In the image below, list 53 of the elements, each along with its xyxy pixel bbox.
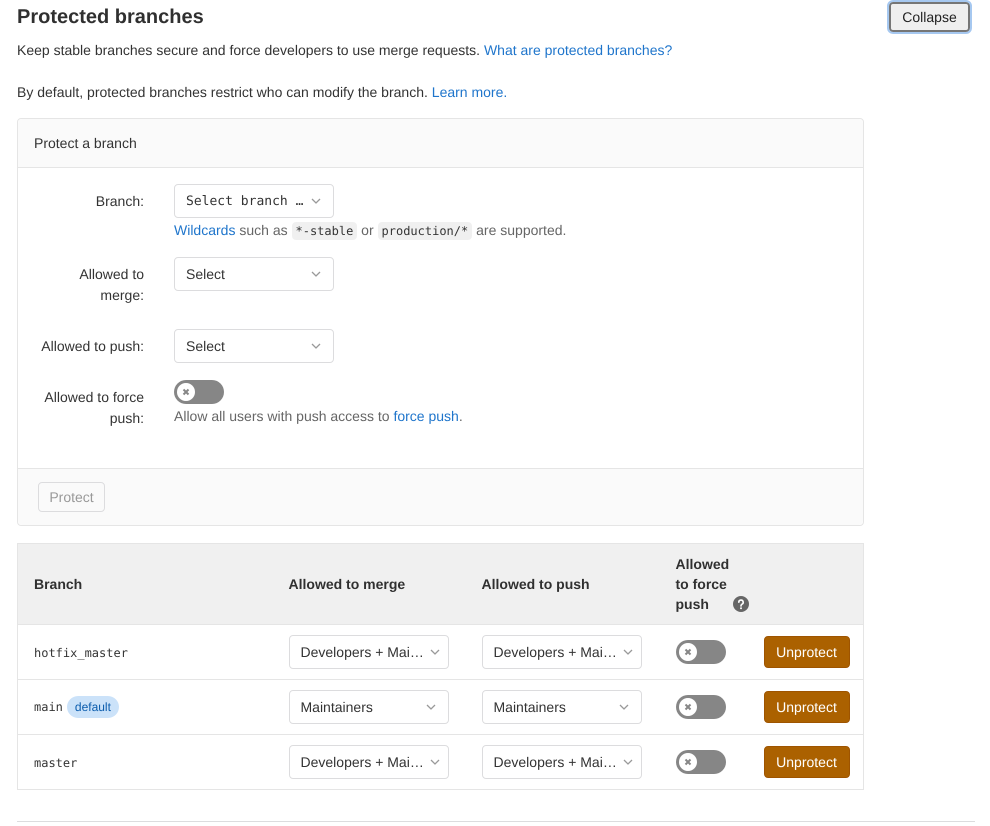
- card-header: Protect a branch: [18, 119, 863, 168]
- field-label: Branch:: [94, 192, 144, 211]
- chevron-down-icon: [311, 343, 321, 349]
- field-hint: Wildcards such as *-stable or production/* are supported.: [174, 221, 566, 241]
- column-header: Allowed to merge: [288, 576, 406, 592]
- merge-access-dropdown[interactable]: Developers + Mai…: [288, 635, 448, 669]
- x-icon: [678, 698, 696, 716]
- force-push-toggle[interactable]: [676, 640, 726, 664]
- x-icon: [678, 753, 696, 771]
- access-dropdown[interactable]: Select: [174, 257, 334, 291]
- force-push-toggle[interactable]: [174, 380, 224, 404]
- field-label: Allowed to merge:: [78, 265, 144, 305]
- chevron-down-icon: [622, 649, 633, 655]
- docs-link[interactable]: Wildcards: [174, 222, 236, 238]
- intro-text: Keep stable branches secure and force developers to use merge requests. What are protected branches?: [17, 41, 674, 60]
- branch-dropdown[interactable]: Select branch …: [174, 184, 334, 218]
- chevron-down-icon: [311, 271, 321, 277]
- merge-access-dropdown[interactable]: Maintainers: [288, 690, 448, 724]
- branch-name: main: [34, 700, 63, 714]
- help-icon[interactable]: [732, 596, 748, 612]
- force-push-toggle[interactable]: [676, 750, 726, 774]
- column-header: Allowed to push: [482, 576, 590, 592]
- merge-access-dropdown[interactable]: Developers + Mai…: [288, 745, 448, 779]
- default-badge: default: [66, 696, 119, 718]
- docs-link[interactable]: force push: [393, 408, 459, 424]
- x-icon: [177, 383, 195, 401]
- chevron-down-icon: [618, 704, 628, 710]
- access-dropdown[interactable]: Select: [174, 329, 334, 363]
- chevron-down-icon: [430, 759, 440, 765]
- field-label: Allowed to push:: [40, 337, 144, 356]
- force-push-toggle[interactable]: [676, 695, 726, 719]
- unprotect-button[interactable]: Unprotect: [764, 636, 850, 668]
- field-label: Allowed to force push:: [43, 388, 144, 428]
- page-title: Protected branches: [17, 5, 204, 30]
- unprotect-button[interactable]: Unprotect: [764, 691, 850, 723]
- learn-more-link[interactable]: Learn more.: [432, 84, 508, 100]
- chevron-down-icon: [311, 198, 321, 204]
- default-note: By default, protected branches restrict who can modify the branch. Learn more.: [17, 83, 508, 102]
- branch-name: master: [34, 756, 78, 770]
- push-access-dropdown[interactable]: Developers + Mai…: [482, 745, 642, 779]
- chevron-down-icon: [430, 649, 440, 655]
- x-icon: [678, 643, 696, 661]
- chevron-down-icon: [426, 704, 436, 710]
- chevron-down-icon: [622, 759, 633, 765]
- unprotect-button[interactable]: Unprotect: [764, 746, 850, 778]
- column-header: Branch: [34, 576, 82, 592]
- branch-name: hotfix_master: [34, 646, 128, 660]
- column-header: Allowed to force push: [676, 555, 730, 614]
- push-access-dropdown[interactable]: Maintainers: [482, 690, 642, 724]
- field-hint: Allow all users with push access to force push.: [174, 407, 463, 426]
- collapse-button[interactable]: Collapse: [889, 2, 970, 32]
- help-link[interactable]: What are protected branches?: [484, 42, 672, 58]
- push-access-dropdown[interactable]: Developers + Mai…: [482, 635, 642, 669]
